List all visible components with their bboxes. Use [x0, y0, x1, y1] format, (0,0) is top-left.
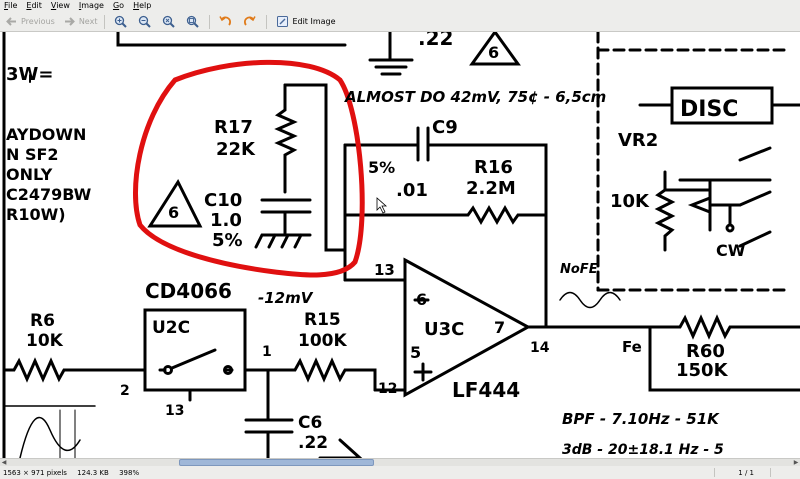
toolbar-separator	[209, 14, 211, 29]
c10-triangle-label: 6	[168, 203, 179, 222]
opamp-pin-7: 7	[494, 318, 505, 337]
noise-label: NoFE	[560, 262, 598, 277]
annotation-top: ALMOST DO 42mV, 75¢ - 6,5cm	[344, 88, 606, 106]
left-text-0: 3W=	[6, 64, 53, 85]
status-bar: 1563 × 971 pixels 124.3 KB 398% 1 / 1	[0, 466, 800, 479]
left-text-2: N SF2	[6, 145, 59, 164]
zoom-normal-button[interactable]	[159, 13, 181, 31]
vr2-value: 10K	[610, 191, 650, 212]
cw-label: CW	[716, 241, 746, 260]
c10-tol: 5%	[212, 230, 243, 251]
red-highlight-circle	[133, 59, 365, 278]
rotate-right-icon	[244, 16, 257, 26]
r15-name: R15	[304, 310, 341, 330]
top-value: .22	[418, 32, 453, 50]
opamp-name: U3C	[424, 319, 464, 340]
zoom-fit-button[interactable]	[183, 13, 205, 31]
bpf-note: BPF - 7.10Hz - 51K	[562, 410, 720, 428]
opamp-plus-pin: 5	[410, 343, 421, 362]
status-info: 1563 × 971 pixels 124.3 KB 398%	[0, 469, 147, 477]
disc-label: DISC	[680, 97, 738, 122]
previous-label: Previous	[21, 17, 55, 26]
r60-name: R60	[686, 341, 725, 362]
toolbar: Previous Next Edit Image	[0, 12, 800, 32]
fe-label: Fe	[622, 338, 642, 356]
image-viewport[interactable]: 3W= AYDOWN N SF2 ONLY C2479BW R10W) .22 …	[0, 32, 800, 458]
c6-value: .22	[298, 433, 328, 453]
toolbar-separator	[104, 14, 106, 29]
mouse-cursor-icon	[376, 197, 388, 214]
menu-image[interactable]: Image	[75, 0, 109, 12]
edit-image-label: Edit Image	[292, 17, 336, 26]
zoom-out-button[interactable]	[135, 13, 157, 31]
cd4066-label: CD4066	[145, 279, 232, 303]
zoom-out-icon	[139, 15, 152, 28]
left-text-3: ONLY	[6, 165, 53, 184]
pin-13: 13	[374, 261, 395, 279]
r17-value: 22K	[216, 139, 256, 160]
rotate-left-button[interactable]	[216, 13, 238, 31]
r16-name: R16	[474, 157, 513, 178]
cd4066-note: -12mV	[258, 289, 314, 307]
zoom-fit-icon	[187, 15, 200, 28]
menu-file[interactable]: File	[0, 0, 22, 12]
scroll-right-icon[interactable]: ▶	[792, 459, 800, 466]
u2c-pin-13: 13	[165, 403, 184, 419]
c10-name: C10	[204, 190, 242, 211]
u2c-pin-2: 2	[120, 383, 130, 399]
zoom-level: 398%	[119, 468, 140, 477]
r15-value: 100K	[298, 331, 347, 351]
edit-image-icon	[277, 16, 289, 27]
c9-tol: 5%	[368, 158, 395, 177]
rotate-left-icon	[219, 16, 232, 26]
menu-help[interactable]: Help	[129, 0, 156, 12]
c10-value: 1.0	[210, 210, 242, 231]
u2c-pin-1: 1	[262, 344, 272, 360]
left-text-5: R10W)	[6, 205, 66, 224]
menu-edit[interactable]: Edit	[22, 0, 47, 12]
status-separator	[770, 468, 771, 477]
menu-view[interactable]: View	[47, 0, 75, 12]
arrow-left-icon	[6, 17, 16, 26]
edit-image-button[interactable]: Edit Image	[273, 13, 338, 31]
opamp-pin-12: 12	[378, 381, 397, 397]
zoom-in-icon	[115, 15, 128, 28]
toolbar-separator	[266, 14, 268, 29]
r60-value: 150K	[676, 360, 729, 381]
opamp-pin-14: 14	[530, 340, 550, 356]
rotate-right-button[interactable]	[240, 13, 262, 31]
opamp-part: LF444	[452, 378, 520, 402]
left-text-4: C2479BW	[6, 185, 92, 204]
bpf-note-2: 3dB - 20±18.1 Hz - 5	[562, 442, 724, 458]
menu-go[interactable]: Go	[109, 0, 129, 12]
next-button[interactable]: Next	[60, 13, 101, 31]
r16-value: 2.2M	[466, 178, 516, 199]
left-text-1: AYDOWN	[6, 125, 86, 144]
menu-bar: File Edit View Image Go Help	[0, 0, 800, 12]
horizontal-scrollbar[interactable]: ◀ ▶	[0, 458, 800, 466]
scroll-left-icon[interactable]: ◀	[0, 459, 8, 466]
schematic-image: 3W= AYDOWN N SF2 ONLY C2479BW R10W) .22 …	[2, 32, 800, 458]
vr2-label: VR2	[618, 130, 658, 151]
top-triangle-label: 6	[488, 43, 499, 62]
zoom-in-button[interactable]	[111, 13, 133, 31]
previous-button[interactable]: Previous	[2, 13, 58, 31]
next-label: Next	[78, 17, 98, 26]
status-separator	[714, 468, 715, 477]
image-dimensions: 1563 × 971 pixels	[3, 468, 67, 477]
zoom-normal-icon	[163, 15, 176, 28]
image-filesize: 124.3 KB	[77, 468, 109, 477]
r6-name: R6	[30, 311, 55, 331]
opamp-minus-pin: 6	[416, 290, 427, 309]
r6-value: 10K	[26, 331, 64, 351]
c9-value: .01	[396, 180, 428, 201]
r17-name: R17	[214, 117, 253, 138]
c6-name: C6	[298, 413, 322, 433]
c9-name: C9	[432, 117, 458, 138]
scrollbar-thumb[interactable]	[179, 459, 374, 466]
u2c-label: U2C	[152, 318, 190, 338]
page-indicator: 1 / 1	[738, 468, 754, 477]
arrow-right-icon	[64, 17, 75, 26]
